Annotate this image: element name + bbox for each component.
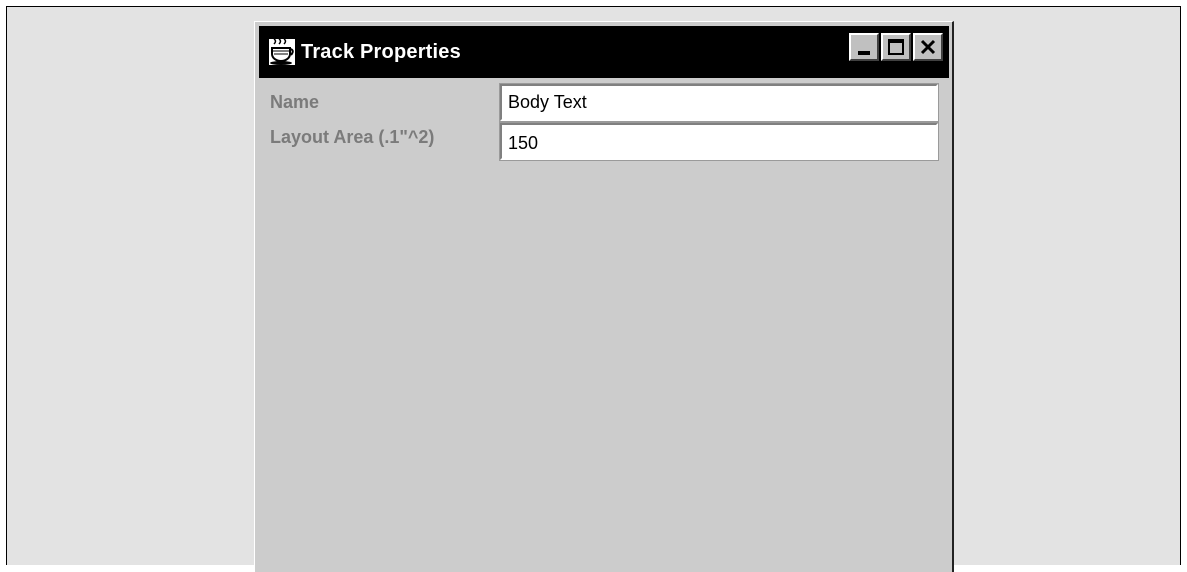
maximize-button[interactable]	[881, 33, 911, 61]
layout-area-input[interactable]	[499, 122, 939, 161]
page: Track Properties Name Body Text Layout A…	[0, 0, 1187, 572]
title-bar[interactable]: Track Properties	[259, 26, 949, 78]
track-properties-window: Track Properties Name Body Text Layout A…	[254, 21, 954, 572]
window-controls	[849, 33, 943, 61]
screenshot-frame: Track Properties Name Body Text Layout A…	[6, 6, 1181, 572]
minimize-button[interactable]	[849, 33, 879, 61]
close-icon	[920, 39, 936, 55]
layout-area-label: Layout Area (.1"^2)	[270, 127, 435, 147]
java-coffee-cup-icon[interactable]	[267, 37, 297, 67]
name-input[interactable]	[499, 83, 939, 122]
minimize-icon	[858, 51, 870, 55]
layout-area-row: Layout Area (.1"^2)	[255, 120, 955, 161]
maximize-icon	[888, 39, 904, 55]
window-title: Track Properties	[301, 40, 461, 63]
close-button[interactable]	[913, 33, 943, 61]
name-row: Name	[255, 82, 955, 122]
name-label: Name	[270, 92, 320, 112]
